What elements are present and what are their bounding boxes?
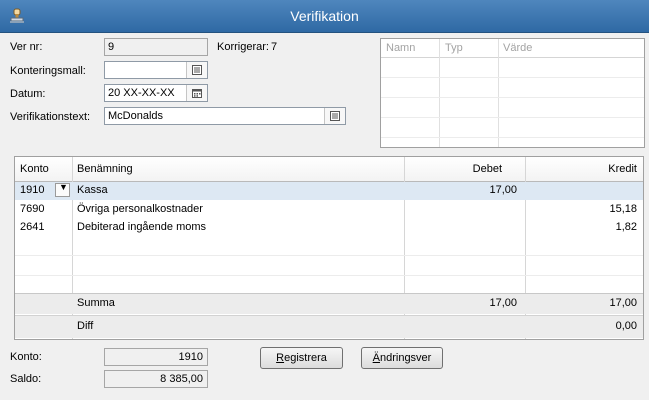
row-konto[interactable]: 7690 [20, 203, 44, 215]
col-benamning[interactable]: Benämning [77, 163, 133, 175]
konto-label: Konto: [10, 351, 42, 363]
konto-field: 1910 [104, 348, 208, 366]
verifikationstext-label: Verifikationstext: [10, 111, 91, 123]
transaction-grid[interactable]: Konto Benämning Debet Kredit 1910 ▼ Kass… [14, 156, 644, 340]
table-row[interactable]: 1910 ▼ Kassa 17,00 [15, 182, 643, 200]
col-debet[interactable]: Debet [473, 163, 502, 175]
table-row[interactable]: 7690 Övriga personalkostnader 15,18 [15, 201, 643, 219]
andringsver-mnemonic: Ä [372, 352, 380, 364]
diff-label: Diff [77, 320, 94, 332]
registrera-button[interactable]: Registrera [260, 347, 343, 369]
row-kredit[interactable]: 1,82 [616, 221, 637, 233]
saldo-label: Saldo: [10, 373, 42, 385]
ver-nr-field: 9 [104, 38, 208, 56]
datum-calendar-button[interactable] [186, 85, 207, 101]
grid-row-line [15, 275, 643, 276]
calendar-icon [192, 89, 202, 98]
list-picker-icon [330, 111, 340, 121]
window-title: Verifikation [290, 8, 359, 24]
ver-nr-label: Ver nr: [10, 41, 43, 53]
registrera-mnemonic: R [276, 352, 285, 364]
saldo-field: 8 385,00 [104, 370, 208, 388]
attr-col-namn[interactable]: Namn [386, 42, 415, 54]
attr-divider [498, 39, 499, 147]
verifikationstext-picker-button[interactable] [324, 108, 345, 124]
attribute-grid-header: Namn Typ Värde [381, 39, 644, 58]
col-kredit[interactable]: Kredit [608, 163, 637, 175]
summa-debet: 17,00 [489, 297, 517, 309]
konteringsmall-label: Konteringsmall: [10, 65, 86, 77]
konto-dropdown-button[interactable]: ▼ [55, 182, 70, 197]
datum-value: 20 XX-XX-XX [108, 87, 175, 99]
col-konto[interactable]: Konto [20, 163, 49, 175]
attr-row-line [381, 77, 644, 78]
row-benamning: Debiterad ingående moms [77, 221, 207, 233]
transaction-grid-header: Konto Benämning Debet Kredit [15, 157, 643, 182]
grid-row-line [15, 255, 643, 256]
attr-col-typ[interactable]: Typ [445, 42, 463, 54]
andringsver-label: ndringsver [379, 352, 432, 364]
konteringsmall-input[interactable] [104, 61, 208, 79]
diff-kredit: 0,00 [615, 320, 637, 332]
row-kredit[interactable]: 15,18 [609, 203, 637, 215]
korrigerar-label: Korrigerar: [217, 41, 269, 53]
row-benamning: Kassa [77, 184, 108, 196]
title-bar[interactable]: Verifikation [0, 0, 649, 33]
korrigerar-value: 7 [271, 41, 278, 53]
attr-divider [439, 39, 440, 147]
attr-row-line [381, 117, 644, 118]
row-benamning: Övriga personalkostnader [77, 203, 203, 215]
chevron-down-icon: ▼ [59, 182, 68, 192]
datum-input[interactable]: 20 XX-XX-XX [104, 84, 208, 102]
diff-row: Diff 0,00 [15, 315, 643, 338]
registrera-label: egistrera [284, 352, 327, 364]
attr-col-varde[interactable]: Värde [503, 42, 532, 54]
summa-label: Summa [77, 297, 115, 309]
attr-row-line [381, 97, 644, 98]
summa-row: Summa 17,00 17,00 [15, 293, 643, 314]
konteringsmall-picker-button[interactable] [186, 62, 207, 78]
table-row[interactable]: 2641 Debiterad ingående moms 1,82 [15, 219, 643, 237]
andringsver-button[interactable]: Ändringsver [361, 347, 443, 369]
summa-kredit: 17,00 [609, 297, 637, 309]
verifikationstext-value: McDonalds [108, 110, 164, 122]
row-debet[interactable]: 17,00 [489, 184, 517, 196]
datum-label: Datum: [10, 88, 46, 100]
row-konto[interactable]: 1910 [20, 184, 44, 196]
attr-row-line [381, 137, 644, 138]
row-konto[interactable]: 2641 [20, 221, 44, 233]
attribute-grid[interactable]: Namn Typ Värde [380, 38, 645, 148]
verifikationstext-input[interactable]: McDonalds [104, 107, 346, 125]
verification-form: Ver nr: 9 Korrigerar: 7 Konteringsmall: … [0, 33, 649, 400]
list-picker-icon [192, 65, 202, 75]
